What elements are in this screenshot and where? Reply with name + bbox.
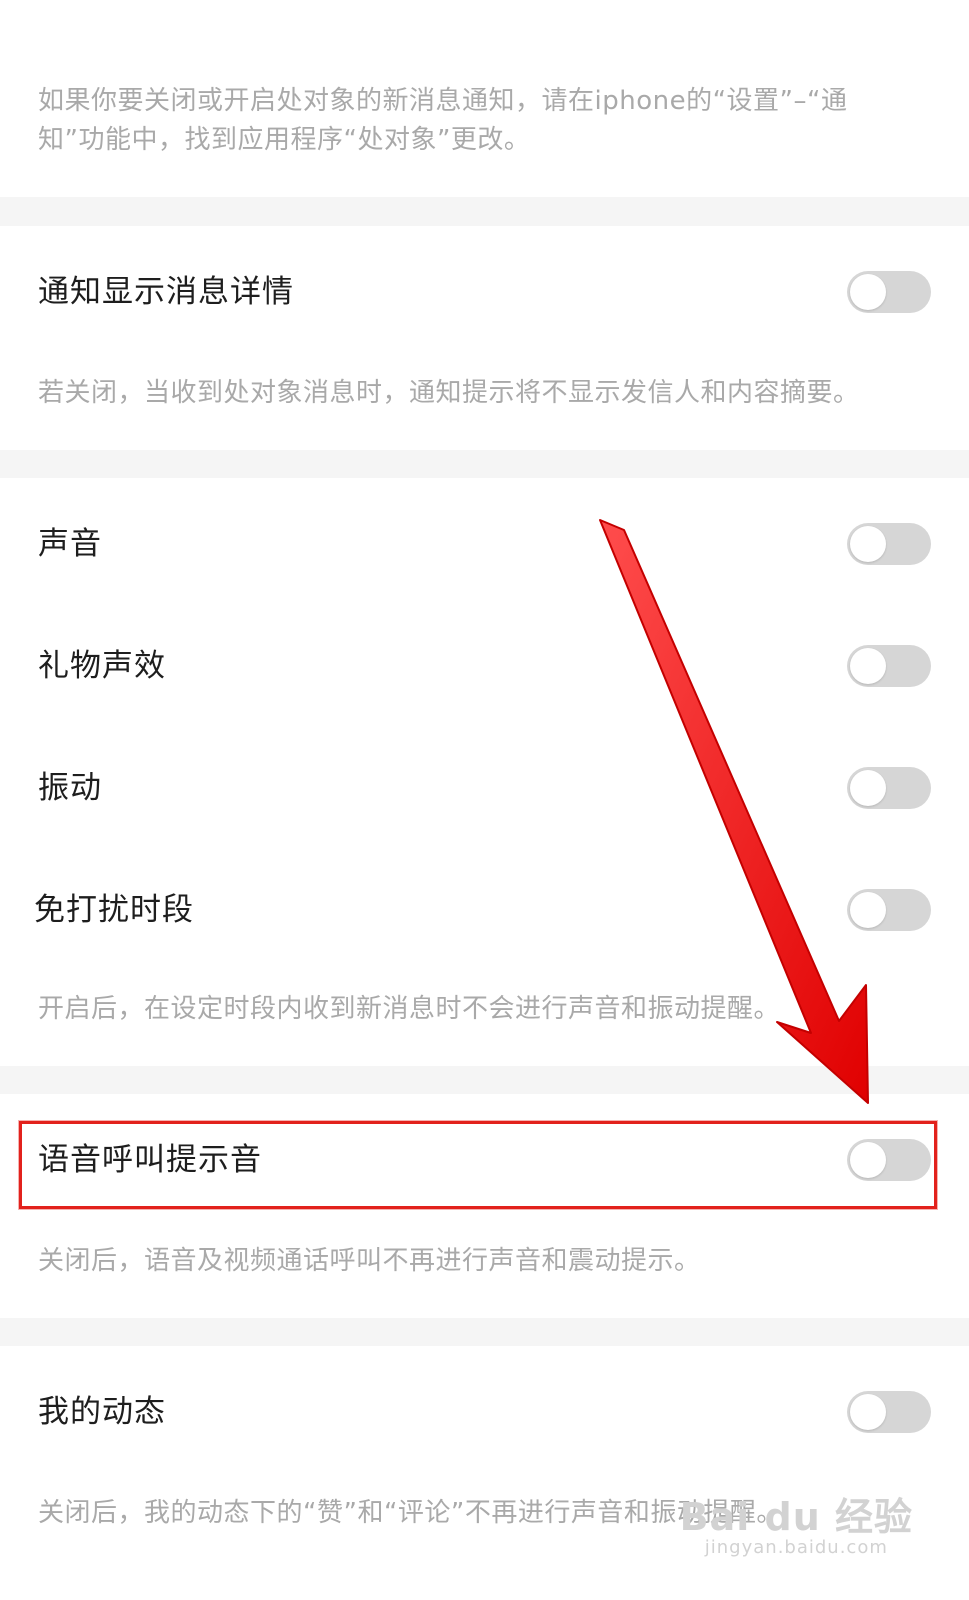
notify-detail-toggle[interactable] <box>847 271 931 313</box>
toggle-knob <box>850 648 886 684</box>
my-moments-label: 我的动态 <box>38 1394 166 1430</box>
intro-note: 如果你要关闭或开启处对象的新消息通知，请在iphone的“设置”–“通知”功能中… <box>38 86 848 155</box>
intro-card: 如果你要关闭或开启处对象的新消息通知，请在iphone的“设置”–“通知”功能中… <box>0 0 969 197</box>
dnd-note: 开启后，在设定时段内收到新消息时不会进行声音和振动提醒。 <box>38 994 781 1024</box>
dnd-toggle[interactable] <box>847 889 931 931</box>
vibration-label: 振动 <box>38 770 102 806</box>
my-moments-card: 我的动态 关闭后，我的动态下的“赞”和“评论”不再进行声音和振动提醒。 <box>0 1346 969 1600</box>
my-moments-toggle[interactable] <box>847 1391 931 1433</box>
highlight-box <box>19 1121 937 1209</box>
toggle-knob <box>850 770 886 806</box>
dnd-label: 免打扰时段 <box>34 892 194 928</box>
gift-sound-toggle[interactable] <box>847 645 931 687</box>
toggle-knob <box>850 892 886 928</box>
gift-sound-label: 礼物声效 <box>38 648 166 684</box>
vibration-toggle[interactable] <box>847 767 931 809</box>
sound-label: 声音 <box>38 526 102 562</box>
sound-settings-card: 声音 礼物声效 振动 免打扰时段 开启后，在设定时段内收到新消息时不会进行声音和… <box>0 478 969 1066</box>
toggle-knob <box>850 274 886 310</box>
notify-detail-note: 若关闭，当收到处对象消息时，通知提示将不显示发信人和内容摘要。 <box>38 378 860 408</box>
toggle-knob <box>850 526 886 562</box>
my-moments-note: 关闭后，我的动态下的“赞”和“评论”不再进行声音和振动提醒。 <box>38 1498 783 1528</box>
notify-detail-card: 通知显示消息详情 若关闭，当收到处对象消息时，通知提示将不显示发信人和内容摘要。 <box>0 226 969 450</box>
voice-call-note: 关闭后，语音及视频通话呼叫不再进行声音和震动提示。 <box>38 1246 701 1276</box>
toggle-knob <box>850 1394 886 1430</box>
sound-toggle[interactable] <box>847 523 931 565</box>
notify-detail-label: 通知显示消息详情 <box>38 274 294 310</box>
